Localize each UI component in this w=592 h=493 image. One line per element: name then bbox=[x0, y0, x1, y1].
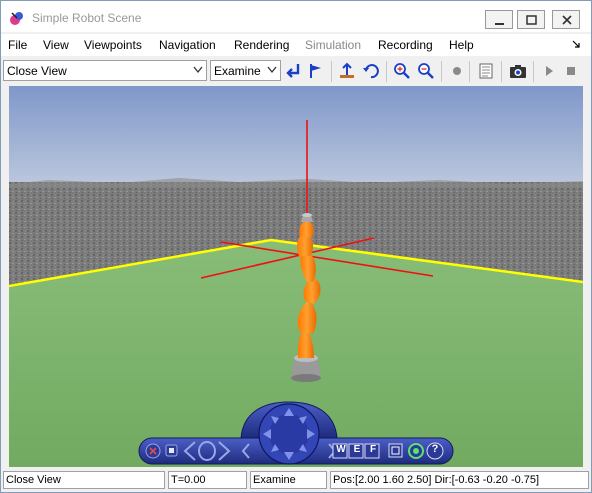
navigation-mode-select[interactable]: Examine bbox=[210, 60, 281, 81]
menu-recording[interactable]: Recording bbox=[378, 38, 433, 52]
viewpoint-select-value: Close View bbox=[7, 64, 67, 78]
examine-mode-label: E bbox=[353, 444, 361, 455]
dock-arrow-icon[interactable] bbox=[572, 40, 580, 48]
undo-move-icon[interactable] bbox=[362, 62, 380, 80]
vr-app-icon bbox=[10, 12, 23, 25]
status-viewpoint-text: Close View bbox=[6, 474, 61, 486]
play-icon[interactable] bbox=[540, 62, 558, 80]
status-time: T=0.00 bbox=[168, 471, 247, 489]
close-button[interactable] bbox=[552, 10, 580, 29]
toolbar: Close View Examine bbox=[1, 58, 591, 85]
menu-bar: File View Viewpoints Navigation Renderin… bbox=[1, 34, 591, 56]
flag-icon[interactable] bbox=[307, 62, 325, 80]
return-viewpoint-icon[interactable] bbox=[285, 62, 303, 80]
navigation-mode-value: Examine bbox=[214, 64, 261, 78]
status-position-text: Pos:[2.00 1.60 2.50] Dir:[-0.63 -0.20 -0… bbox=[333, 474, 540, 486]
status-bar: Close View T=0.00 Examine Pos:[2.00 1.60… bbox=[1, 469, 591, 491]
straighten-icon[interactable] bbox=[388, 443, 403, 458]
menu-viewpoints[interactable]: Viewpoints bbox=[84, 38, 142, 52]
status-time-text: T=0.00 bbox=[171, 474, 206, 486]
stop-icon[interactable] bbox=[562, 62, 580, 80]
camera-icon[interactable] bbox=[509, 62, 527, 80]
toolbar-separator bbox=[469, 61, 470, 82]
window-title: Simple Robot Scene bbox=[32, 11, 142, 25]
menu-view[interactable]: View bbox=[43, 38, 69, 52]
toolbar-separator bbox=[533, 61, 534, 82]
status-mode: Examine bbox=[250, 471, 327, 489]
toolbar-separator bbox=[386, 61, 387, 82]
walk-mode-label: W bbox=[336, 444, 346, 455]
application-window: Simple Robot Scene File View Viewpoints … bbox=[0, 0, 592, 493]
chevron-down-icon bbox=[267, 66, 277, 74]
sky bbox=[9, 86, 583, 186]
status-mode-text: Examine bbox=[253, 474, 296, 486]
capture-settings-icon[interactable] bbox=[477, 62, 495, 80]
straighten-up-icon[interactable] bbox=[338, 62, 356, 80]
maximize-button[interactable] bbox=[517, 10, 545, 29]
toolbar-separator bbox=[501, 61, 502, 82]
minimize-button[interactable] bbox=[485, 10, 513, 29]
menu-navigation[interactable]: Navigation bbox=[159, 38, 216, 52]
status-viewpoint: Close View bbox=[3, 471, 165, 489]
menu-rendering[interactable]: Rendering bbox=[234, 38, 289, 52]
zoom-in-icon[interactable] bbox=[393, 62, 411, 80]
fly-mode-label: F bbox=[369, 444, 377, 455]
record-icon[interactable] bbox=[448, 62, 466, 80]
menu-help[interactable]: Help bbox=[449, 38, 474, 52]
viewpoint-select[interactable]: Close View bbox=[3, 60, 207, 81]
toolbar-separator bbox=[441, 61, 442, 82]
chevron-down-icon bbox=[193, 66, 203, 74]
zoom-out-icon[interactable] bbox=[417, 62, 435, 80]
help-label: ? bbox=[431, 443, 439, 455]
menu-file[interactable]: File bbox=[8, 38, 27, 52]
menu-simulation[interactable]: Simulation bbox=[305, 38, 361, 52]
status-camera-position: Pos:[2.00 1.60 2.50] Dir:[-0.63 -0.20 -0… bbox=[330, 471, 589, 489]
title-bar: Simple Robot Scene bbox=[1, 1, 591, 32]
toolbar-separator bbox=[331, 61, 332, 82]
3d-viewport[interactable]: W E F ? bbox=[9, 86, 583, 467]
